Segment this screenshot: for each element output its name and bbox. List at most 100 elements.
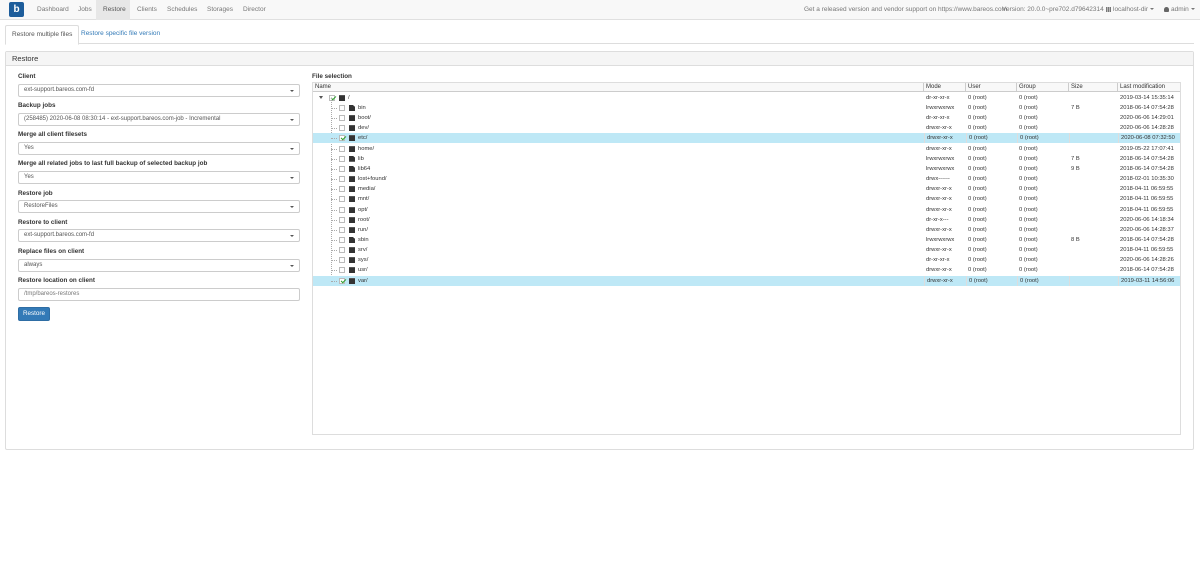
director-name: localhost-dir (1113, 6, 1149, 13)
replace-files-label: Replace files on client (18, 248, 85, 255)
tab-restore-multiple-files[interactable]: Restore multiple files (5, 25, 80, 45)
checkbox-icon[interactable] (339, 125, 345, 132)
merge-filesets-select[interactable]: Yes (18, 142, 300, 155)
row-name: usr/ (358, 267, 368, 274)
nav-jobs[interactable]: Jobs (71, 0, 99, 20)
checkbox-icon[interactable] (329, 95, 335, 101)
tab-restore-specific-file-version[interactable]: Restore specific file version (75, 25, 166, 44)
nav-schedules[interactable]: Schedules (160, 0, 204, 20)
replace-files-select[interactable]: always (18, 259, 300, 272)
checkbox-icon[interactable] (339, 145, 345, 152)
checkbox-icon[interactable] (339, 196, 345, 203)
column-mode[interactable]: Mode (924, 83, 966, 92)
nav-restore[interactable]: Restore (96, 0, 130, 20)
checkbox-icon[interactable] (339, 257, 345, 264)
checkbox-icon[interactable] (339, 186, 345, 193)
row-size (1069, 215, 1118, 225)
table-row[interactable]: lost+found/drwx------ 0 (root) 0 (root) 201… (313, 174, 1180, 184)
row-mode: dr-xr-xr-x (926, 257, 950, 264)
file-icon (349, 105, 355, 111)
nav-storages[interactable]: Storages (200, 0, 240, 20)
table-row[interactable]: run/drwxr-xr-x 0 (root) 0 (root) 2020-06-06… (313, 225, 1180, 235)
checkbox-icon[interactable] (339, 247, 345, 254)
checkbox-icon[interactable] (339, 236, 345, 243)
backup-jobs-value: (258485) 2020-06-08 08:30:14 - ext-suppo… (24, 116, 221, 122)
checkbox-icon[interactable] (339, 176, 345, 183)
row-modified: 2019-03-14 15:35:14 (1120, 95, 1174, 101)
row-group: 0 (root) (1019, 165, 1038, 172)
tree-line (331, 179, 337, 181)
row-size (1069, 245, 1118, 255)
restore-to-client-select[interactable]: ext-support.bareos.com-fd (18, 229, 300, 242)
row-group: 0 (root) (1019, 257, 1038, 264)
row-name: srv/ (358, 247, 368, 254)
backup-jobs-select[interactable]: (258485) 2020-06-08 08:30:14 - ext-suppo… (18, 113, 300, 126)
row-size (1069, 174, 1118, 184)
user-dropdown[interactable]: admin (1164, 0, 1195, 20)
nav-clients[interactable]: Clients (130, 0, 164, 20)
table-row[interactable]: mnt/drwxr-xr-x 0 (root) 0 (root) 2018-04-11… (313, 194, 1180, 204)
bareos-logo-icon[interactable]: b (9, 2, 24, 17)
checkbox-icon[interactable] (339, 115, 345, 122)
table-row[interactable]: opt/drwxr-xr-x 0 (root) 0 (root) 2018-04-11… (313, 205, 1180, 215)
table-row[interactable]: lib64 lrwxrwxrwx 0 (root) 0 (root) 9 B 2018-0… (313, 164, 1180, 174)
collapse-icon[interactable] (319, 96, 323, 99)
checkbox-icon[interactable] (339, 105, 345, 111)
table-row[interactable]: usr/drwxr-xr-x 0 (root) 0 (root) 2018-06-14… (313, 265, 1180, 275)
row-size (1069, 194, 1118, 204)
nav-director[interactable]: Director (236, 0, 273, 20)
restore-job-select[interactable]: RestoreFiles (18, 200, 300, 213)
merge-filesets-value: Yes (24, 145, 34, 151)
column-group[interactable]: Group (1017, 83, 1069, 92)
client-select[interactable]: ext-support.bareos.com-fd (18, 84, 300, 97)
checkbox-icon[interactable] (339, 206, 345, 213)
folder-icon (349, 206, 355, 213)
checkbox-icon[interactable] (339, 155, 345, 162)
folder-icon (349, 125, 355, 132)
folder-icon (349, 145, 355, 152)
row-name: lib (358, 155, 364, 162)
checkbox-icon[interactable] (339, 277, 345, 284)
checkbox-icon[interactable] (339, 267, 345, 274)
table-row[interactable]: srv/drwxr-xr-x 0 (root) 0 (root) 2018-04-11… (313, 245, 1180, 255)
row-size (1069, 113, 1118, 123)
merge-jobs-select[interactable]: Yes (18, 171, 300, 184)
column-name[interactable]: Name (313, 83, 924, 92)
table-row[interactable]: dev/drwxr-xr-x 0 (root) 0 (root) 2020-06-06… (313, 123, 1180, 133)
nav-dashboard[interactable]: Dashboard (30, 0, 76, 20)
merge-jobs-label: Merge all related jobs to last full back… (18, 160, 208, 167)
checkbox-icon[interactable] (339, 226, 345, 233)
table-row[interactable]: root/dr-xr-x--- 0 (root) 0 (root) 2020-06-0… (313, 215, 1180, 225)
table-row[interactable]: lib lrwxrwxrwx 0 (root) 0 (root) 7 B 2018-06-… (313, 154, 1180, 164)
column-size[interactable]: Size (1069, 83, 1118, 92)
row-mode: drwxr-xr-x (926, 145, 952, 152)
merge-filesets-label: Merge all client filesets (18, 131, 87, 138)
director-dropdown[interactable]: localhost-dir (1106, 0, 1155, 20)
row-modified: 2018-06-14 07:54:28 (1120, 267, 1174, 274)
column-last-modification[interactable]: Last modification (1118, 83, 1180, 92)
column-user[interactable]: User (966, 83, 1017, 92)
row-size (1069, 275, 1118, 286)
table-row[interactable]: boot/dr-xr-xr-x 0 (root) 0 (root) 2020-06-0… (313, 113, 1180, 123)
row-modified: 2018-02-01 10:35:30 (1120, 176, 1174, 183)
checkbox-icon[interactable] (339, 216, 345, 223)
table-row[interactable]: bin lrwxrwxrwx 0 (root) 0 (root) 7 B 2018-06-… (313, 103, 1180, 113)
table-row[interactable]: var/drwxr-xr-x 0 (root) 0 (root) 2019-03-11… (313, 275, 1180, 286)
row-modified: 2020-06-06 14:28:26 (1120, 257, 1174, 264)
folder-icon (349, 226, 355, 233)
table-row[interactable]: home/drwxr-xr-x 0 (root) 0 (root) 2019-05-2… (313, 144, 1180, 154)
table-row[interactable]: etc/drwxr-xr-x 0 (root) 0 (root) 2020-06-08… (313, 133, 1180, 144)
file-tree[interactable]: Name Mode User Group Size Last modificat… (312, 82, 1181, 435)
table-row[interactable]: sys/dr-xr-xr-x 0 (root) 0 (root) 2020-06-06… (313, 255, 1180, 265)
row-mode: dr-xr-x--- (926, 216, 949, 223)
checkbox-icon[interactable] (339, 135, 345, 142)
vendor-support-text[interactable]: Get a released version and vendor suppor… (804, 0, 1007, 20)
restore-button[interactable]: Restore (18, 307, 50, 321)
tree-root-row[interactable]: / dr-xr-xr-x 0 (root) 0 (root) 2019-03-1… (313, 93, 1180, 103)
checkbox-icon[interactable] (339, 165, 345, 172)
row-group: 0 (root) (1019, 186, 1038, 193)
table-row[interactable]: media/drwxr-xr-x 0 (root) 0 (root) 2018-04-… (313, 184, 1180, 194)
table-row[interactable]: sbin lrwxrwxrwx 0 (root) 0 (root) 8 B 2018-06… (313, 235, 1180, 245)
restore-location-input[interactable]: /tmp/bareos-restores (18, 288, 300, 301)
chevron-down-icon (1190, 8, 1195, 11)
